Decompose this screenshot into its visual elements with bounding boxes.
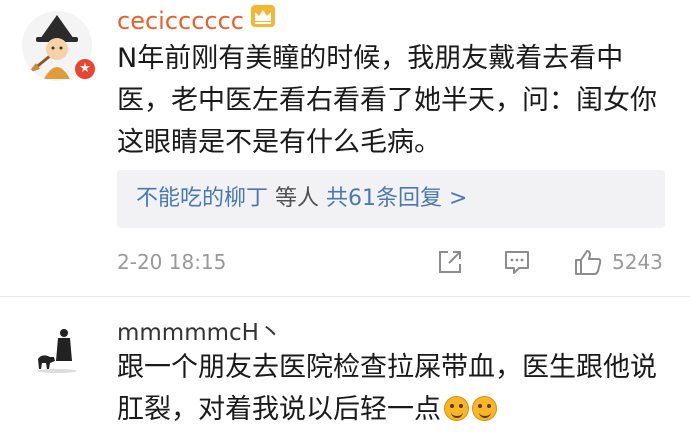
comment-item: ★ cecicccccc N年前刚有美瞳的时候，我朋友戴着去看中医，老中医左看右…: [0, 0, 690, 296]
crown-icon: [251, 5, 275, 27]
upside-down-face-icon: [472, 396, 497, 421]
thumbs-up-icon[interactable]: [573, 247, 603, 277]
vip-badge-icon: ★: [79, 61, 91, 76]
upside-down-face-icon: [444, 396, 469, 421]
reply-count-link[interactable]: 共61条回复 >: [326, 186, 467, 211]
username[interactable]: mmmmmcH丶: [117, 318, 282, 348]
comment-text-content: 跟一个朋友去医院检查拉屎带血，医生跟他说肛裂，对着我说以后轻一点: [117, 352, 657, 425]
reply-connector: 等人: [275, 186, 320, 211]
reply-preview-text: 不能吃的柳丁 等人 共61条回复 >: [136, 184, 467, 214]
like-count: 5243: [612, 250, 663, 274]
timestamp: 2-20 18:15: [117, 250, 227, 274]
comment-divider: [0, 296, 690, 297]
username[interactable]: cecicccccc: [117, 6, 244, 36]
comment-text: 跟一个朋友去医院检查拉屎带血，医生跟他说肛裂，对着我说以后轻一点: [117, 347, 677, 431]
silhouette-avatar-icon: [22, 311, 92, 381]
comment-text: N年前刚有美瞳的时候，我朋友戴着去看中医，老中医左看右看看了她半天，问：闺女你这…: [117, 43, 657, 158]
comment-icon[interactable]: [502, 247, 532, 277]
user-avatar[interactable]: [22, 311, 92, 381]
reply-preview[interactable]: 不能吃的柳丁 等人 共61条回复 >: [117, 170, 665, 228]
reply-users[interactable]: 不能吃的柳丁: [136, 186, 268, 211]
vip-badge: ★: [73, 57, 97, 81]
share-icon[interactable]: [435, 247, 465, 277]
